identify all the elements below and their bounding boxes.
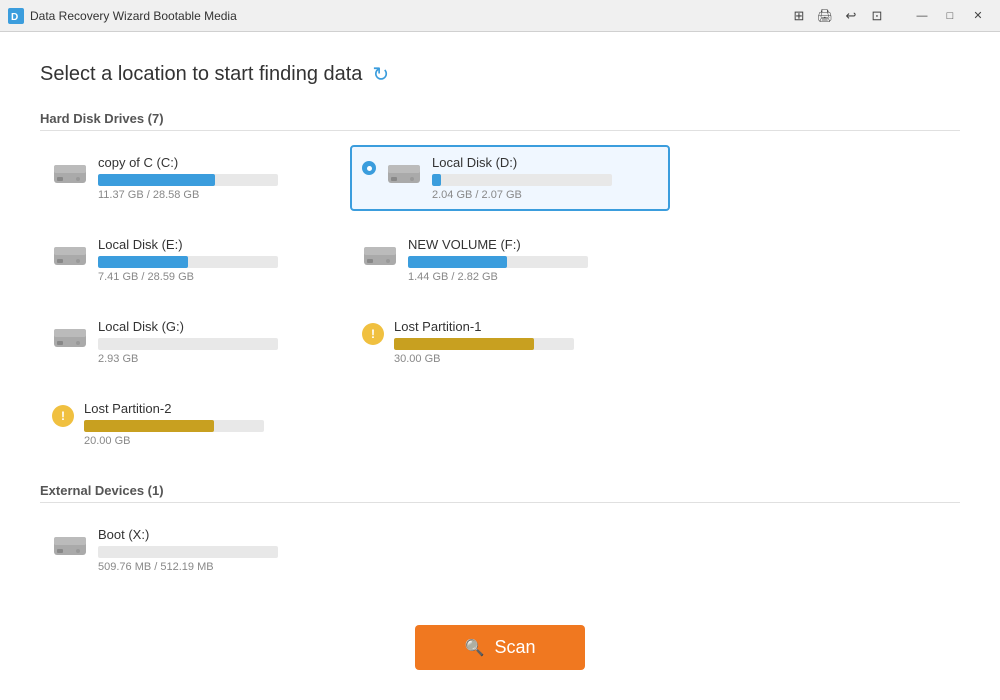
external-devices-grid: Boot (X:) 509.76 MB / 512.19 MB — [40, 517, 960, 583]
close-button[interactable]: ✕ — [964, 4, 992, 28]
progress-fill-e — [98, 256, 188, 268]
maximize-button[interactable]: □ — [936, 4, 964, 28]
external-devices-label: External Devices (1) — [40, 483, 960, 503]
main-content: Select a location to start finding data … — [0, 32, 1000, 700]
toolbar-icons: ⊞ 🖨 ↩ ⊡ — [788, 5, 888, 27]
drive-size-lp1: 30.00 GB — [394, 353, 648, 365]
page-title: Select a location to start finding data — [40, 63, 362, 86]
drive-name-c: copy of C (C:) — [98, 155, 338, 170]
toolbar-icon-1[interactable]: ⊞ — [788, 5, 810, 27]
progress-bar-lp1 — [394, 338, 574, 350]
hdd-icon-f — [362, 241, 398, 269]
drive-name-f: NEW VOLUME (F:) — [408, 237, 648, 252]
page-header: Select a location to start finding data … — [40, 62, 960, 87]
search-icon: 🔍 — [465, 638, 485, 658]
drive-item-lp2[interactable]: ! Lost Partition-2 20.00 GB — [40, 391, 350, 457]
svg-text:D: D — [11, 12, 18, 23]
drive-name-d: Local Disk (D:) — [432, 155, 658, 170]
drive-item-x[interactable]: Boot (X:) 509.76 MB / 512.19 MB — [40, 517, 350, 583]
drive-name-x: Boot (X:) — [98, 527, 338, 542]
lost-partition-icon-2: ! — [52, 405, 74, 427]
drive-name-e: Local Disk (E:) — [98, 237, 338, 252]
drive-info-c: copy of C (C:) 11.37 GB / 28.58 GB — [98, 155, 338, 201]
hdd-icon-d — [386, 159, 422, 187]
toolbar-icon-4[interactable]: ⊡ — [866, 5, 888, 27]
drive-item-g[interactable]: Local Disk (G:) 2.93 GB — [40, 309, 350, 375]
drive-info-e: Local Disk (E:) 7.41 GB / 28.59 GB — [98, 237, 338, 283]
progress-fill-c — [98, 174, 215, 186]
drive-info-f: NEW VOLUME (F:) 1.44 GB / 2.82 GB — [408, 237, 648, 283]
drive-item-e[interactable]: Local Disk (E:) 7.41 GB / 28.59 GB — [40, 227, 350, 293]
drive-size-d: 2.04 GB / 2.07 GB — [432, 189, 658, 201]
drive-size-x: 509.76 MB / 512.19 MB — [98, 561, 338, 573]
radio-circle-d — [362, 161, 376, 175]
external-devices-section: External Devices (1) Boot (X:) — [40, 483, 960, 583]
toolbar-icon-3[interactable]: ↩ — [840, 5, 862, 27]
progress-bar-e — [98, 256, 278, 268]
drive-size-c: 11.37 GB / 28.58 GB — [98, 189, 338, 201]
drive-size-f: 1.44 GB / 2.82 GB — [408, 271, 648, 283]
drive-size-e: 7.41 GB / 28.59 GB — [98, 271, 338, 283]
progress-fill-lp1 — [394, 338, 534, 350]
progress-fill-lp2 — [84, 420, 214, 432]
drive-name-g: Local Disk (G:) — [98, 319, 338, 334]
drive-info-x: Boot (X:) 509.76 MB / 512.19 MB — [98, 527, 338, 573]
progress-bar-f — [408, 256, 588, 268]
drive-info-g: Local Disk (G:) 2.93 GB — [98, 319, 338, 365]
drive-info-d: Local Disk (D:) 2.04 GB / 2.07 GB — [432, 155, 658, 201]
lost-partition-icon-1: ! — [362, 323, 384, 345]
hard-disk-drives-label: Hard Disk Drives (7) — [40, 111, 960, 131]
minimize-button[interactable]: — — [908, 4, 936, 28]
progress-bar-d — [432, 174, 612, 186]
drive-info-lp2: Lost Partition-2 20.00 GB — [84, 401, 338, 447]
hard-disk-drives-section: Hard Disk Drives (7) copy of C (C:) — [40, 111, 960, 457]
progress-fill-f — [408, 256, 507, 268]
title-bar: D Data Recovery Wizard Bootable Media ⊞ … — [0, 0, 1000, 32]
drive-item-d[interactable]: Local Disk (D:) 2.04 GB / 2.07 GB — [350, 145, 670, 211]
window-title: Data Recovery Wizard Bootable Media — [30, 9, 237, 23]
drive-name-lp2: Lost Partition-2 — [84, 401, 338, 416]
scan-button[interactable]: 🔍 Scan — [415, 625, 586, 670]
progress-bar-x — [98, 546, 278, 558]
drive-size-g: 2.93 GB — [98, 353, 338, 365]
drive-name-lp1: Lost Partition-1 — [394, 319, 648, 334]
hdd-icon-e — [52, 241, 88, 269]
progress-bar-lp2 — [84, 420, 264, 432]
hdd-icon-c — [52, 159, 88, 187]
drive-item-c[interactable]: copy of C (C:) 11.37 GB / 28.58 GB — [40, 145, 350, 211]
progress-bar-c — [98, 174, 278, 186]
progress-bar-g — [98, 338, 278, 350]
scan-button-label: Scan — [494, 637, 535, 658]
hdd-icon-x — [52, 531, 88, 559]
toolbar-icon-2[interactable]: 🖨 — [814, 5, 836, 27]
hard-disk-drives-grid: copy of C (C:) 11.37 GB / 28.58 GB — [40, 145, 960, 457]
drive-size-lp2: 20.00 GB — [84, 435, 338, 447]
drive-item-f[interactable]: NEW VOLUME (F:) 1.44 GB / 2.82 GB — [350, 227, 660, 293]
scan-area: 🔍 Scan — [40, 605, 960, 680]
app-icon: D — [8, 8, 24, 24]
refresh-icon[interactable]: ↻ — [372, 62, 389, 87]
hdd-icon-g — [52, 323, 88, 351]
drive-item-lp1[interactable]: ! Lost Partition-1 30.00 GB — [350, 309, 660, 375]
drive-info-lp1: Lost Partition-1 30.00 GB — [394, 319, 648, 365]
progress-fill-d — [432, 174, 441, 186]
title-bar-left: D Data Recovery Wizard Bootable Media — [8, 8, 237, 24]
